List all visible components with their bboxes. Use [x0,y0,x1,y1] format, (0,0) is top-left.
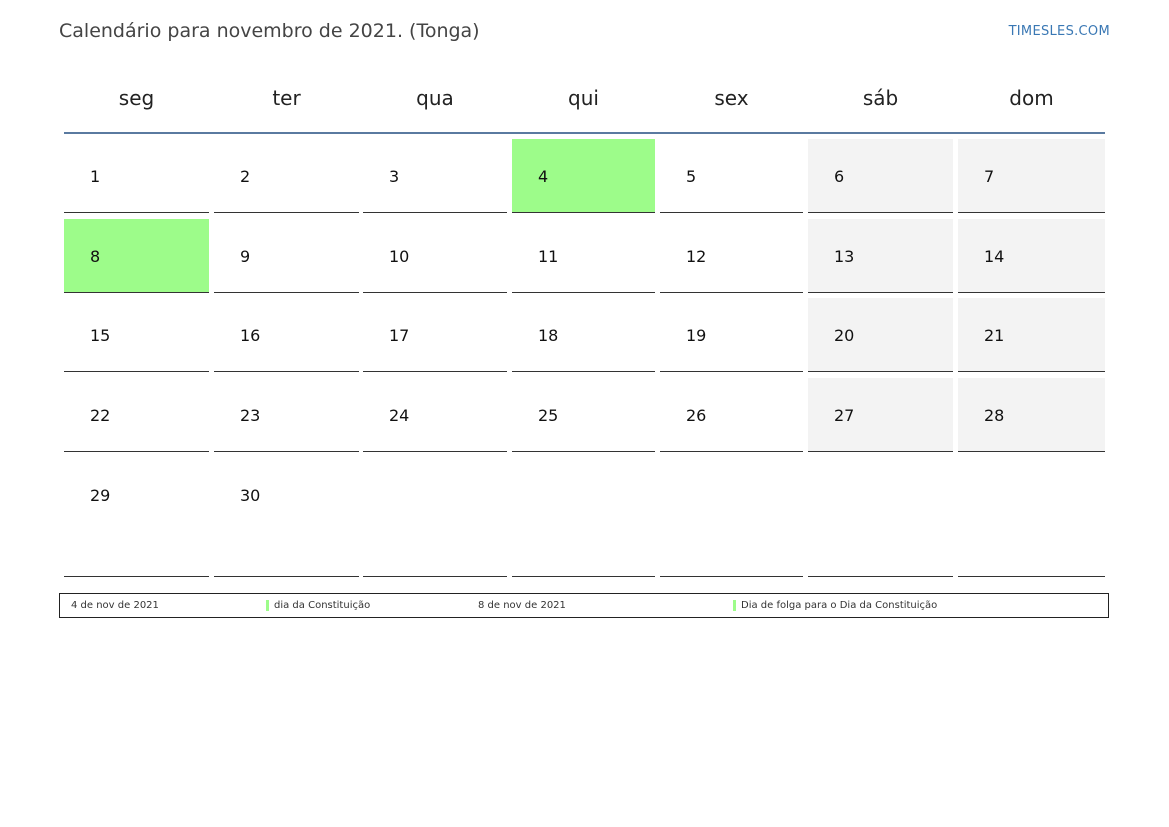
day-cell-27[interactable]: 27 [808,378,953,452]
day-number: 18 [538,326,559,345]
day-cell-10[interactable]: 10 [363,219,507,293]
day-number: 16 [240,326,261,345]
day-number: 15 [90,326,111,345]
day-cell-8[interactable]: 8 [64,219,209,293]
page-title: Calendário para novembro de 2021. (Tonga… [59,20,480,42]
day-number: 9 [240,247,251,266]
day-number: 13 [834,247,855,266]
day-cell-28[interactable]: 28 [958,378,1105,452]
day-cell-2[interactable]: 2 [214,139,359,213]
legend-date-1: 4 de nov de 2021 [71,600,159,611]
day-number: 29 [90,486,111,505]
day-number: 3 [389,167,400,186]
day-number: 2 [240,167,251,186]
day-number: 1 [90,167,101,186]
day-cell-7[interactable]: 7 [958,139,1105,213]
day-number: 24 [389,406,410,425]
day-cell-21[interactable]: 21 [958,298,1105,372]
day-number: 21 [984,326,1005,345]
empty-day-cell [660,458,803,577]
day-number: 30 [240,486,261,505]
weekday-fri: sex [714,86,749,110]
day-number: 19 [686,326,707,345]
legend-swatch-1 [266,600,269,611]
weekday-mon: seg [118,86,155,110]
day-cell-18[interactable]: 18 [512,298,655,372]
day-number: 17 [389,326,410,345]
day-cell-14[interactable]: 14 [958,219,1105,293]
day-number: 28 [984,406,1005,425]
day-cell-1[interactable]: 1 [64,139,209,213]
day-cell-19[interactable]: 19 [660,298,803,372]
day-cell-6[interactable]: 6 [808,139,953,213]
day-cell-22[interactable]: 22 [64,378,209,452]
day-number: 7 [984,167,995,186]
holiday-legend: 4 de nov de 2021 dia da Constituição 8 d… [59,593,1109,618]
day-number: 25 [538,406,559,425]
day-cell-12[interactable]: 12 [660,219,803,293]
empty-day-cell [363,458,507,577]
day-cell-15[interactable]: 15 [64,298,209,372]
day-cell-4[interactable]: 4 [512,139,655,213]
legend-name-1: dia da Constituição [274,600,371,611]
day-cell-20[interactable]: 20 [808,298,953,372]
day-cell-13[interactable]: 13 [808,219,953,293]
weekday-sun: dom [1009,86,1054,110]
weekday-header: seg ter qua qui sex sáb dom [64,78,1105,134]
day-cell-16[interactable]: 16 [214,298,359,372]
legend-date-2: 8 de nov de 2021 [478,600,566,611]
legend-swatch-2 [733,600,736,611]
day-cell-3[interactable]: 3 [363,139,507,213]
day-number: 26 [686,406,707,425]
day-cell-29[interactable]: 29 [64,458,209,577]
day-cell-24[interactable]: 24 [363,378,507,452]
weekday-sat: sáb [862,86,899,110]
day-cell-23[interactable]: 23 [214,378,359,452]
weekday-tue: ter [272,86,301,110]
day-number: 22 [90,406,111,425]
day-cell-17[interactable]: 17 [363,298,507,372]
brand-link[interactable]: TIMESLES.COM [1009,24,1110,39]
day-number: 6 [834,167,845,186]
empty-day-cell [808,458,953,577]
day-number: 10 [389,247,410,266]
empty-day-cell [958,458,1105,577]
day-number: 4 [538,167,549,186]
empty-day-cell [512,458,655,577]
day-cell-26[interactable]: 26 [660,378,803,452]
weekday-thu: qui [568,86,599,110]
day-number: 11 [538,247,559,266]
day-cell-30[interactable]: 30 [214,458,359,577]
day-cell-25[interactable]: 25 [512,378,655,452]
day-number: 27 [834,406,855,425]
day-number: 8 [90,247,101,266]
weekday-wed: qua [416,86,454,110]
day-number: 20 [834,326,855,345]
day-number: 14 [984,247,1005,266]
day-number: 12 [686,247,707,266]
day-cell-5[interactable]: 5 [660,139,803,213]
day-cell-9[interactable]: 9 [214,219,359,293]
day-number: 23 [240,406,261,425]
day-number: 5 [686,167,697,186]
legend-name-2: Dia de folga para o Dia da Constituição [741,600,938,611]
day-cell-11[interactable]: 11 [512,219,655,293]
